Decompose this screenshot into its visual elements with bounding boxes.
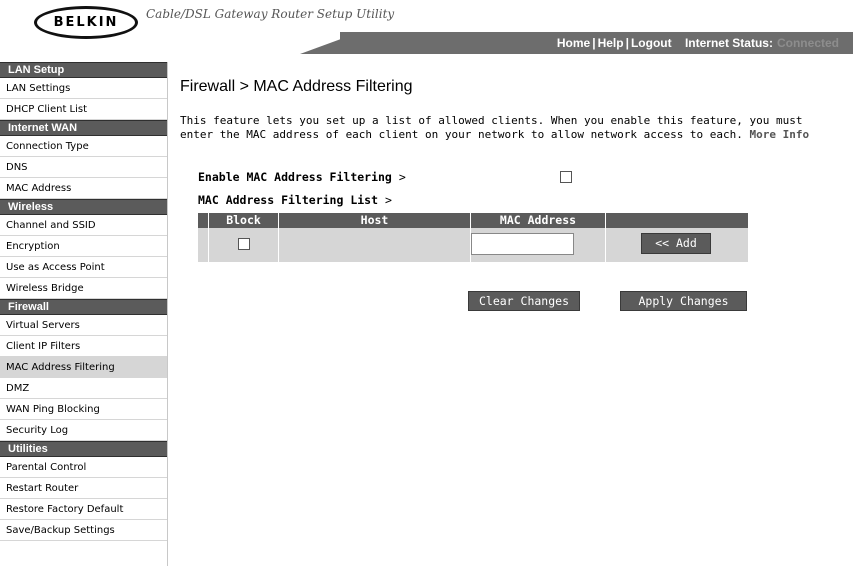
- sidebar-item-security-log[interactable]: Security Log: [0, 420, 167, 441]
- sidebar-item-mac-address[interactable]: MAC Address: [0, 178, 167, 199]
- sidebar-item-wan-ping-blocking[interactable]: WAN Ping Blocking: [0, 399, 167, 420]
- col-block: Block: [208, 213, 278, 228]
- mac-address-input[interactable]: [471, 233, 574, 255]
- sidebar-item-parental-control[interactable]: Parental Control: [0, 457, 167, 478]
- table-row: << Add: [198, 228, 748, 262]
- sidebar-item-encryption[interactable]: Encryption: [0, 236, 167, 257]
- enable-mac-filtering-checkbox[interactable]: [560, 171, 572, 183]
- enable-mac-filtering-label: Enable MAC Address Filtering >: [198, 170, 406, 184]
- sidebar-item-dmz[interactable]: DMZ: [0, 378, 167, 399]
- sidebar-item-virtual-servers[interactable]: Virtual Servers: [0, 315, 167, 336]
- sidebar: LAN Setup LAN Settings DHCP Client List Int…: [0, 62, 168, 566]
- sidebar-item-dns[interactable]: DNS: [0, 157, 167, 178]
- logo-text: BELKIN: [53, 15, 119, 30]
- internet-status-value: Connected: [776, 36, 839, 50]
- home-link[interactable]: Home: [557, 36, 590, 50]
- topbar-links: Home | Help | Logout Internet Status: Connect…: [556, 36, 839, 50]
- sidebar-item-restart-router[interactable]: Restart Router: [0, 478, 167, 499]
- sidebar-section-lan-setup: LAN Setup: [0, 62, 167, 78]
- table-header: Block Host MAC Address: [198, 213, 748, 228]
- col-mac-address: MAC Address: [470, 213, 605, 228]
- sidebar-item-use-as-access-point[interactable]: Use as Access Point: [0, 257, 167, 278]
- sidebar-section-firewall: Firewall: [0, 299, 167, 315]
- sidebar-item-restore-factory-default[interactable]: Restore Factory Default: [0, 499, 167, 520]
- header: BELKIN Cable/DSL Gateway Router Setup Ut…: [0, 0, 853, 62]
- belkin-logo[interactable]: BELKIN: [34, 6, 138, 39]
- sidebar-item-client-ip-filters[interactable]: Client IP Filters: [0, 336, 167, 357]
- sidebar-item-wireless-bridge[interactable]: Wireless Bridge: [0, 278, 167, 299]
- sidebar-item-save-backup-settings[interactable]: Save/Backup Settings: [0, 520, 167, 541]
- page-title: Firewall > MAC Address Filtering: [180, 78, 413, 95]
- logout-link[interactable]: Logout: [631, 36, 672, 50]
- add-button[interactable]: << Add: [641, 233, 711, 254]
- sidebar-item-lan-settings[interactable]: LAN Settings: [0, 78, 167, 99]
- more-info-link[interactable]: More Info: [750, 128, 810, 141]
- sidebar-section-wireless: Wireless: [0, 199, 167, 215]
- col-host: Host: [278, 213, 470, 228]
- description-text: This feature lets you set up a list of a…: [180, 114, 803, 141]
- internet-status-label: Internet Status:: [684, 36, 773, 50]
- sidebar-item-channel-and-ssid[interactable]: Channel and SSID: [0, 215, 167, 236]
- page-description: This feature lets you set up a list of a…: [180, 114, 835, 142]
- header-tagline: Cable/DSL Gateway Router Setup Utility: [146, 7, 395, 21]
- sidebar-section-utilities: Utilities: [0, 441, 167, 457]
- clear-changes-button[interactable]: Clear Changes: [468, 291, 580, 311]
- sidebar-item-dhcp-client-list[interactable]: DHCP Client List: [0, 99, 167, 120]
- mac-filtering-list-label: MAC Address Filtering List >: [198, 193, 392, 207]
- block-checkbox[interactable]: [238, 238, 250, 250]
- sidebar-item-connection-type[interactable]: Connection Type: [0, 136, 167, 157]
- apply-changes-button[interactable]: Apply Changes: [620, 291, 747, 311]
- help-link[interactable]: Help: [598, 36, 624, 50]
- sidebar-item-mac-address-filtering[interactable]: MAC Address Filtering: [0, 357, 167, 378]
- sidebar-section-internet-wan: Internet WAN: [0, 120, 167, 136]
